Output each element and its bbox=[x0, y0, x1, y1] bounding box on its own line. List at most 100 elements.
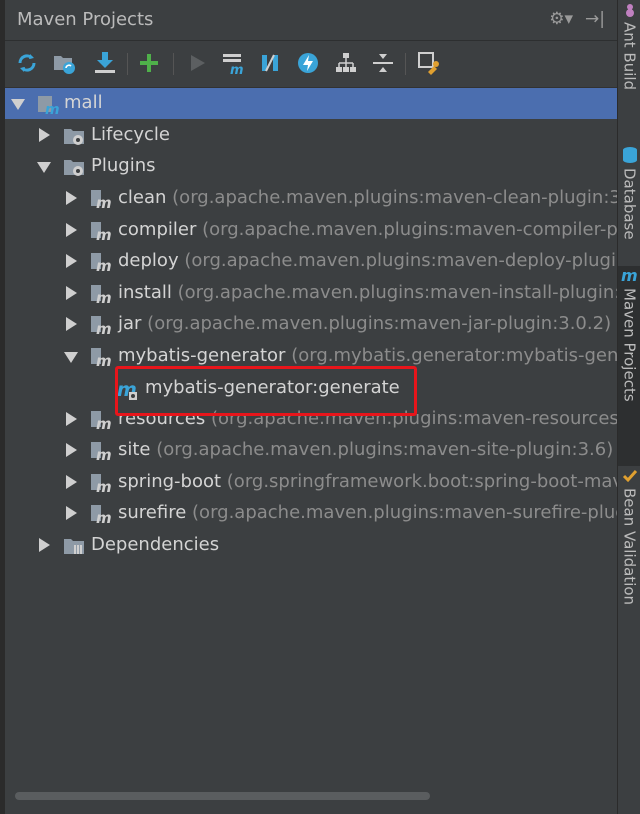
expand-arrow-icon[interactable] bbox=[37, 162, 51, 173]
tree-node-plugin[interactable]: m jar (org.apache.maven.plugins:maven-jar… bbox=[5, 309, 617, 340]
collapsed-arrow-icon[interactable] bbox=[66, 475, 77, 489]
svg-text:m: m bbox=[96, 289, 112, 305]
maven-plugin-icon: m bbox=[90, 188, 112, 212]
tree-node-label: jar (org.apache.maven.plugins:maven-jar-… bbox=[118, 313, 611, 334]
tree-node-label: surefire (org.apache.maven.plugins:maven… bbox=[118, 502, 617, 523]
plugin-name: spring-boot bbox=[118, 471, 222, 492]
collapse-icon[interactable] bbox=[369, 49, 397, 77]
maven-plugin-icon: m bbox=[90, 409, 112, 433]
expand-arrow-icon[interactable] bbox=[11, 99, 25, 110]
plugin-coordinates: (org.mybatis.generator:mybatis-gener bbox=[291, 345, 617, 366]
plugin-name: clean bbox=[118, 187, 167, 208]
tree-node-plugin[interactable]: m install (org.apache.maven.plugins:maven… bbox=[5, 278, 617, 309]
offline-icon[interactable] bbox=[256, 49, 284, 77]
maven-tree: m mall Lifecycle Plugins m clean (org.apa… bbox=[5, 88, 617, 788]
collapsed-arrow-icon[interactable] bbox=[39, 128, 50, 142]
tree-node-label: mybatis-generator (org.mybatis.generator… bbox=[118, 345, 617, 366]
tree-node-plugin[interactable]: m clean (org.apache.maven.plugins:maven-c… bbox=[5, 183, 617, 214]
expand-arrow-icon[interactable] bbox=[64, 352, 78, 363]
horizontal-scrollbar[interactable] bbox=[5, 789, 617, 803]
collapsed-arrow-icon[interactable] bbox=[66, 254, 77, 268]
tree-node-label: clean (org.apache.maven.plugins:maven-cl… bbox=[118, 187, 617, 208]
plugin-coordinates: (org.apache.maven.plugins:maven-deploy-p… bbox=[184, 250, 617, 271]
tab-label: Ant Build bbox=[620, 22, 639, 91]
tab-database[interactable]: Database bbox=[618, 146, 640, 256]
tree-node-root[interactable]: m mall bbox=[5, 88, 617, 119]
tab-maven-projects[interactable]: m Maven Projects bbox=[618, 266, 640, 466]
maven-plugin-icon: m bbox=[90, 314, 112, 338]
svg-text:m: m bbox=[96, 257, 112, 273]
plugin-name: mybatis-generator bbox=[118, 345, 286, 366]
plugin-coordinates: (org.apache.maven.plugins:maven-jar-plug… bbox=[147, 313, 612, 334]
maven-module-icon: m bbox=[37, 93, 60, 118]
lightning-icon[interactable] bbox=[294, 49, 322, 77]
right-tool-window-bar: Ant Build Database m Maven Projects Bean… bbox=[617, 0, 640, 814]
tree-node-plugin[interactable]: m deploy (org.apache.maven.plugins:maven-… bbox=[5, 246, 617, 277]
tree-node-lifecycle[interactable]: Lifecycle bbox=[5, 120, 617, 151]
svg-text:m: m bbox=[96, 320, 112, 336]
maven-goal-icon[interactable]: m bbox=[219, 49, 247, 77]
collapsed-arrow-icon[interactable] bbox=[66, 317, 77, 331]
ant-icon bbox=[625, 4, 634, 17]
collapsed-arrow-icon[interactable] bbox=[66, 191, 77, 205]
tree-node-plugin[interactable]: m compiler (org.apache.maven.plugins:mave… bbox=[5, 215, 617, 246]
run-icon[interactable] bbox=[183, 49, 211, 77]
plugin-coordinates: (org.springframework.boot:spring-boot-ma… bbox=[226, 471, 617, 492]
download-icon[interactable] bbox=[91, 49, 119, 77]
collapsed-arrow-icon[interactable] bbox=[66, 506, 77, 520]
svg-text:m: m bbox=[230, 63, 244, 75]
tree-node-label: Dependencies bbox=[91, 534, 220, 555]
plugin-coordinates: (org.apache.maven.plugins:maven-site-plu… bbox=[156, 439, 614, 460]
tab-bean-validation[interactable]: Bean Validation bbox=[618, 468, 640, 628]
svg-text:m: m bbox=[96, 478, 112, 494]
tree-node-plugin[interactable]: m surefire (org.apache.maven.plugins:mave… bbox=[5, 498, 617, 529]
refresh-icon[interactable] bbox=[13, 49, 41, 77]
hierarchy-icon[interactable] bbox=[332, 49, 360, 77]
maven-plugin-icon: m bbox=[90, 251, 112, 275]
folder-refresh-icon[interactable] bbox=[51, 49, 79, 77]
collapsed-arrow-icon[interactable] bbox=[66, 443, 77, 457]
collapsed-arrow-icon[interactable] bbox=[66, 223, 77, 237]
tab-ant-build[interactable]: Ant Build bbox=[618, 2, 640, 120]
tab-label: Maven Projects bbox=[620, 288, 639, 402]
tree-node-plugin[interactable]: m spring-boot (org.springframework.boot:s… bbox=[5, 467, 617, 498]
collapsed-arrow-icon[interactable] bbox=[66, 412, 77, 426]
plugin-name: deploy bbox=[118, 250, 179, 271]
tree-node-label: deploy (org.apache.maven.plugins:maven-d… bbox=[118, 250, 617, 271]
tab-label: Database bbox=[620, 168, 639, 240]
maven-plugin-icon: m bbox=[90, 220, 112, 244]
wrench-icon[interactable] bbox=[415, 49, 443, 77]
hide-panel-icon[interactable]: →| bbox=[585, 9, 605, 29]
tree-node-label: spring-boot (org.springframework.boot:sp… bbox=[118, 471, 617, 492]
collapsed-arrow-icon[interactable] bbox=[66, 286, 77, 300]
maven-projects-panel: Maven Projects ⚙▾ →| m m mall Lifecycle … bbox=[5, 0, 617, 814]
svg-text:m: m bbox=[96, 226, 112, 242]
tree-node-label: Plugins bbox=[91, 155, 156, 176]
tree-node-dependencies[interactable]: Dependencies bbox=[5, 530, 617, 561]
plugin-name: site bbox=[118, 439, 151, 460]
collapsed-arrow-icon[interactable] bbox=[39, 538, 50, 552]
maven-icon: m bbox=[621, 266, 638, 284]
lifecycle-folder-icon bbox=[63, 125, 85, 147]
tree-node-plugin[interactable]: m site (org.apache.maven.plugins:maven-si… bbox=[5, 435, 617, 466]
plugin-coordinates: (org.apache.maven.plugins:maven-clean-pl… bbox=[172, 187, 617, 208]
maven-toolbar: m bbox=[5, 41, 617, 88]
plus-icon[interactable] bbox=[135, 49, 163, 77]
scrollbar-thumb[interactable] bbox=[15, 792, 430, 800]
tree-node-label: site (org.apache.maven.plugins:maven-sit… bbox=[118, 439, 613, 460]
maven-plugin-icon: m bbox=[90, 472, 112, 496]
bean-validation-icon bbox=[622, 470, 637, 483]
svg-text:m: m bbox=[96, 446, 112, 462]
svg-text:m: m bbox=[96, 415, 112, 431]
maven-plugin-icon: m bbox=[90, 503, 112, 527]
tree-node-label: install (org.apache.maven.plugins:maven-… bbox=[118, 282, 617, 303]
dependencies-folder-icon bbox=[63, 535, 85, 557]
tree-node-label: compiler (org.apache.maven.plugins:maven… bbox=[118, 219, 617, 240]
gear-icon[interactable]: ⚙▾ bbox=[549, 9, 573, 29]
maven-plugin-icon: m bbox=[90, 346, 112, 370]
tree-node-plugins[interactable]: Plugins bbox=[5, 151, 617, 182]
svg-text:m: m bbox=[96, 194, 112, 210]
tab-label: Bean Validation bbox=[620, 488, 639, 606]
plugin-name: surefire bbox=[118, 502, 187, 523]
plugin-name: compiler bbox=[118, 219, 197, 240]
